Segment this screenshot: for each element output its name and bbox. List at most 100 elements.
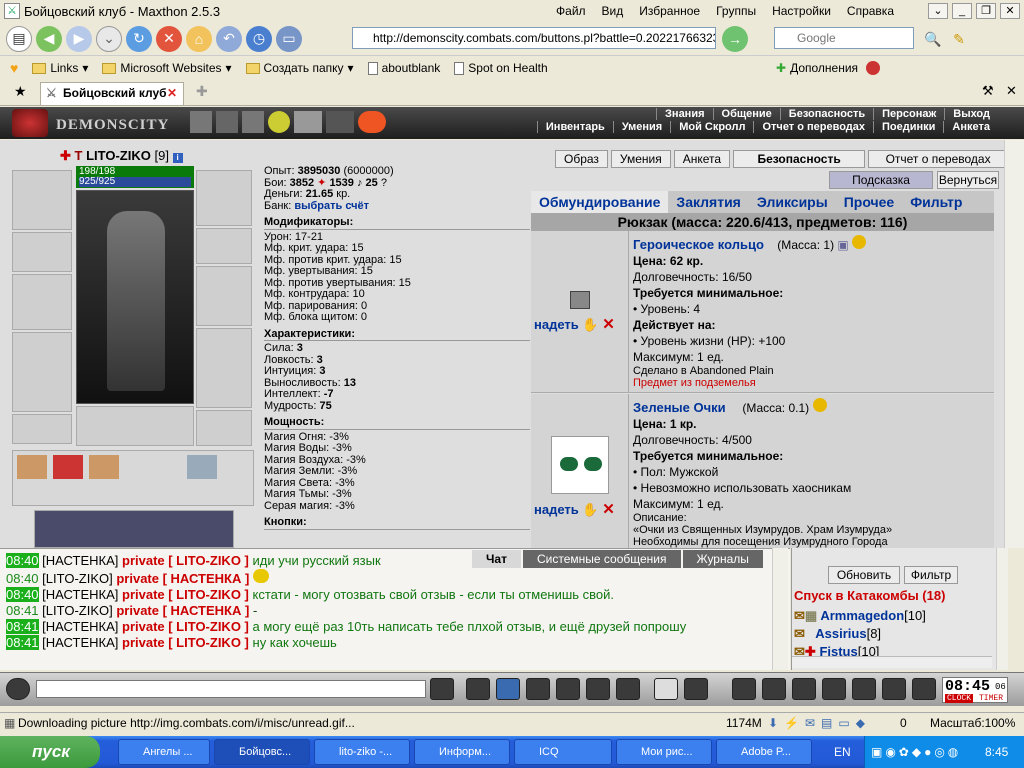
helmet-icon[interactable] xyxy=(684,678,708,700)
exit-icon[interactable] xyxy=(912,678,936,700)
hint-button[interactable]: Подсказка xyxy=(829,171,933,189)
link-spot-on-health[interactable]: Spot on Health xyxy=(454,61,548,75)
addons-button[interactable]: ✚ Дополнения xyxy=(776,61,881,75)
forward-icon[interactable]: ▶ xyxy=(66,25,92,52)
nav-communication[interactable]: Общение xyxy=(712,108,780,120)
tab-filter[interactable]: Фильтр xyxy=(902,191,970,213)
weapon-slot[interactable] xyxy=(12,274,72,330)
screen-icon[interactable]: ▭ xyxy=(276,25,302,52)
menu-view[interactable]: Вид xyxy=(602,4,624,18)
scroll-icon[interactable] xyxy=(89,455,119,479)
clear-icon[interactable] xyxy=(466,678,490,700)
chat-mode-icon[interactable] xyxy=(6,678,30,700)
nav-profile[interactable]: Анкета xyxy=(943,121,998,133)
filter-icon[interactable] xyxy=(496,678,520,700)
task-adobe[interactable]: Adobe P... xyxy=(716,739,812,765)
menu-groups[interactable]: Группы xyxy=(716,4,756,18)
task-angels[interactable]: Ангелы ... xyxy=(118,739,210,765)
skills-button[interactable]: Умения xyxy=(610,150,671,168)
flag-icon[interactable] xyxy=(882,678,906,700)
tab-equipment[interactable]: Обмундирование xyxy=(531,191,669,213)
players-hscrollbar[interactable] xyxy=(792,656,992,668)
nav-character[interactable]: Персонаж xyxy=(873,108,944,120)
star-icon[interactable]: ★ xyxy=(14,83,27,100)
bank-select-link[interactable]: выбрать счёт xyxy=(294,200,369,212)
menu-settings[interactable]: Настройки xyxy=(772,4,831,18)
tab-close-icon[interactable]: ✕ xyxy=(167,83,177,104)
history-dropdown-icon[interactable]: ⌄ xyxy=(96,25,122,52)
task-combats[interactable]: Бойцовс... xyxy=(214,739,310,765)
item-name[interactable]: Зеленые Очки xyxy=(633,400,726,415)
transfer-report-button[interactable]: Отчет о переводах xyxy=(868,150,1004,168)
menu-file[interactable]: Файл xyxy=(556,4,586,18)
tab-journals[interactable]: Журналы xyxy=(682,550,763,568)
chat-scrollbar[interactable] xyxy=(772,548,788,670)
stop-icon[interactable]: ✕ xyxy=(156,25,182,52)
wear-link[interactable]: надеть xyxy=(534,317,579,332)
tab-elixirs[interactable]: Эликсиры xyxy=(749,191,836,213)
swords-icon[interactable] xyxy=(190,111,212,133)
feather-icon[interactable] xyxy=(616,678,640,700)
nav-knowledge[interactable]: Знания xyxy=(656,108,712,120)
search-icon[interactable]: 🔍 xyxy=(920,26,946,52)
start-button[interactable]: пуск xyxy=(0,736,100,768)
task-my-pictures[interactable]: Мои рис... xyxy=(616,739,712,765)
helmet-slot[interactable] xyxy=(12,170,72,230)
status-tool-icons[interactable]: ⬇⚡✉▤▭◆ xyxy=(768,713,871,733)
target-icon[interactable] xyxy=(242,111,264,133)
close-tab-icon[interactable]: ✕ xyxy=(1006,83,1017,99)
gloves-slot[interactable] xyxy=(196,228,252,264)
info-icon[interactable]: i xyxy=(172,153,183,163)
modifiers-heading[interactable]: Модификаторы: xyxy=(264,216,530,230)
tab-system-messages[interactable]: Системные сообщения xyxy=(522,550,681,568)
home-icon[interactable]: ⌂ xyxy=(186,25,212,52)
security-button[interactable]: Безопасность xyxy=(733,150,866,168)
enter-icon[interactable] xyxy=(430,678,454,700)
search-input[interactable]: Google xyxy=(774,27,914,49)
scroll-icon[interactable] xyxy=(53,455,83,479)
hands-icon[interactable] xyxy=(852,678,876,700)
boots-slot[interactable] xyxy=(196,410,252,446)
smiley-icon[interactable] xyxy=(654,678,678,700)
buttons-heading[interactable]: Кнопки: xyxy=(264,516,530,530)
tab-other[interactable]: Прочее xyxy=(836,191,903,213)
nav-my-scroll[interactable]: Мой Скролл xyxy=(670,121,753,133)
profile-button[interactable]: Анкета xyxy=(673,150,731,168)
filter-button[interactable]: Фильтр xyxy=(904,566,958,584)
nav-inventory[interactable]: Инвентарь xyxy=(536,121,613,133)
scroll-icon[interactable] xyxy=(17,455,47,479)
address-bar[interactable]: http://demonscity.combats.com/buttons.pl… xyxy=(352,27,716,49)
smiley-icon[interactable] xyxy=(268,111,290,133)
dropdown-icon[interactable]: ⌄ xyxy=(928,3,948,19)
earrings-slot[interactable] xyxy=(196,170,252,226)
zoom-level[interactable]: Масштаб:100% xyxy=(930,713,1015,733)
stats-heading[interactable]: Характеристики: xyxy=(264,328,530,341)
armor-slot[interactable] xyxy=(12,332,72,412)
task-lito-ziko[interactable]: lito-ziko -... xyxy=(314,739,410,765)
mask-icon[interactable] xyxy=(792,678,816,700)
scroll-icon[interactable] xyxy=(187,455,217,479)
page-scrollbar[interactable] xyxy=(1004,140,1024,548)
power-heading[interactable]: Мощность: xyxy=(264,416,530,430)
nav-skills[interactable]: Умения xyxy=(612,121,670,133)
drop-icon[interactable]: ✕ xyxy=(602,316,615,333)
language-indicator[interactable]: EN xyxy=(834,736,851,768)
wear-link[interactable]: надеть xyxy=(534,502,579,517)
fighter-icon[interactable] xyxy=(556,678,580,700)
players-scrollbar[interactable] xyxy=(996,548,1008,670)
legs-slot[interactable] xyxy=(196,328,252,408)
nav-exit[interactable]: Выход xyxy=(944,108,998,120)
link-create-folder[interactable]: Создать папку ▾ xyxy=(245,61,354,75)
go-icon[interactable]: → xyxy=(722,26,748,52)
close-button[interactable]: ✕ xyxy=(1000,3,1020,19)
menu-favorites[interactable]: Избранное xyxy=(639,4,700,18)
tray-icons[interactable]: ▣◉✿◆●◎◍ xyxy=(871,736,961,768)
portrait-icon[interactable] xyxy=(294,111,322,133)
bracers-slot[interactable] xyxy=(12,232,72,272)
task-icq[interactable]: ICQ xyxy=(514,739,612,765)
player-row[interactable]: ✉▦ Armmagedon[10] xyxy=(794,608,926,624)
chat-input[interactable] xyxy=(36,680,426,698)
new-page-icon[interactable]: ▤ xyxy=(6,25,32,52)
nav-battles[interactable]: Поединки xyxy=(873,121,943,133)
tab-chat[interactable]: Чат xyxy=(472,550,521,568)
